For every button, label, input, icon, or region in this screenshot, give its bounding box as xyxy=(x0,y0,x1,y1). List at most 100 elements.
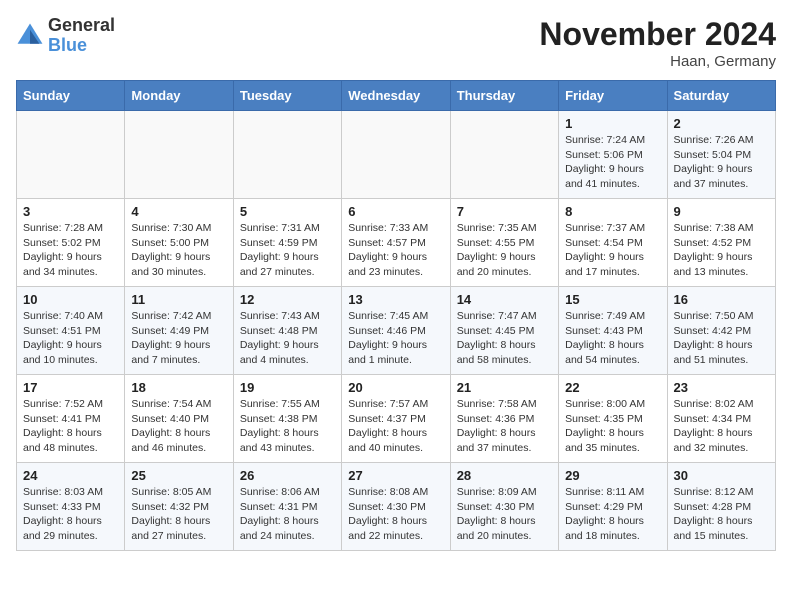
day-info: Sunrise: 7:24 AMSunset: 5:06 PMDaylight:… xyxy=(565,133,660,192)
header-day-monday: Monday xyxy=(125,81,233,111)
header-day-saturday: Saturday xyxy=(667,81,775,111)
day-info: Sunrise: 8:09 AMSunset: 4:30 PMDaylight:… xyxy=(457,485,552,544)
day-number: 23 xyxy=(674,380,769,395)
logo-icon xyxy=(16,22,44,50)
calendar-cell: 4 Sunrise: 7:30 AMSunset: 5:00 PMDaylight… xyxy=(125,199,233,287)
calendar-cell: 25 Sunrise: 8:05 AMSunset: 4:32 PMDayligh… xyxy=(125,463,233,551)
week-row-5: 24 Sunrise: 8:03 AMSunset: 4:33 PMDayligh… xyxy=(17,463,776,551)
day-info: Sunrise: 7:57 AMSunset: 4:37 PMDaylight:… xyxy=(348,397,443,456)
day-number: 30 xyxy=(674,468,769,483)
day-number: 27 xyxy=(348,468,443,483)
day-number: 16 xyxy=(674,292,769,307)
calendar-cell: 22 Sunrise: 8:00 AMSunset: 4:35 PMDayligh… xyxy=(559,375,667,463)
calendar-cell xyxy=(342,111,450,199)
day-number: 10 xyxy=(23,292,118,307)
calendar-cell: 18 Sunrise: 7:54 AMSunset: 4:40 PMDayligh… xyxy=(125,375,233,463)
day-info: Sunrise: 8:00 AMSunset: 4:35 PMDaylight:… xyxy=(565,397,660,456)
title-area: November 2024 Haan, Germany xyxy=(539,16,776,70)
day-number: 7 xyxy=(457,204,552,219)
day-number: 14 xyxy=(457,292,552,307)
day-number: 25 xyxy=(131,468,226,483)
day-info: Sunrise: 7:50 AMSunset: 4:42 PMDaylight:… xyxy=(674,309,769,368)
header-day-sunday: Sunday xyxy=(17,81,125,111)
day-number: 20 xyxy=(348,380,443,395)
calendar-body: 1 Sunrise: 7:24 AMSunset: 5:06 PMDaylight… xyxy=(17,111,776,551)
day-info: Sunrise: 7:35 AMSunset: 4:55 PMDaylight:… xyxy=(457,221,552,280)
calendar-cell: 17 Sunrise: 7:52 AMSunset: 4:41 PMDayligh… xyxy=(17,375,125,463)
day-number: 5 xyxy=(240,204,335,219)
day-info: Sunrise: 7:26 AMSunset: 5:04 PMDaylight:… xyxy=(674,133,769,192)
header-day-wednesday: Wednesday xyxy=(342,81,450,111)
day-info: Sunrise: 8:05 AMSunset: 4:32 PMDaylight:… xyxy=(131,485,226,544)
month-title: November 2024 xyxy=(539,16,776,53)
location: Haan, Germany xyxy=(539,53,776,70)
day-number: 17 xyxy=(23,380,118,395)
day-info: Sunrise: 7:52 AMSunset: 4:41 PMDaylight:… xyxy=(23,397,118,456)
day-number: 18 xyxy=(131,380,226,395)
day-number: 3 xyxy=(23,204,118,219)
day-number: 2 xyxy=(674,116,769,131)
day-number: 12 xyxy=(240,292,335,307)
week-row-4: 17 Sunrise: 7:52 AMSunset: 4:41 PMDayligh… xyxy=(17,375,776,463)
logo-text: General Blue xyxy=(48,16,115,56)
day-info: Sunrise: 7:30 AMSunset: 5:00 PMDaylight:… xyxy=(131,221,226,280)
calendar-cell xyxy=(17,111,125,199)
calendar-cell: 11 Sunrise: 7:42 AMSunset: 4:49 PMDayligh… xyxy=(125,287,233,375)
calendar-cell: 12Sunrise: 7:43 AMSunset: 4:48 PMDayligh… xyxy=(233,287,341,375)
calendar-cell: 13 Sunrise: 7:45 AMSunset: 4:46 PMDayligh… xyxy=(342,287,450,375)
day-info: Sunrise: 7:54 AMSunset: 4:40 PMDaylight:… xyxy=(131,397,226,456)
day-info: Sunrise: 7:55 AMSunset: 4:38 PMDaylight:… xyxy=(240,397,335,456)
day-number: 9 xyxy=(674,204,769,219)
calendar-header: SundayMondayTuesdayWednesdayThursdayFrid… xyxy=(17,81,776,111)
calendar-cell: 2 Sunrise: 7:26 AMSunset: 5:04 PMDaylight… xyxy=(667,111,775,199)
day-number: 22 xyxy=(565,380,660,395)
calendar-cell: 20 Sunrise: 7:57 AMSunset: 4:37 PMDayligh… xyxy=(342,375,450,463)
calendar-cell: 14 Sunrise: 7:47 AMSunset: 4:45 PMDayligh… xyxy=(450,287,558,375)
day-info: Sunrise: 8:08 AMSunset: 4:30 PMDaylight:… xyxy=(348,485,443,544)
day-info: Sunrise: 7:31 AMSunset: 4:59 PMDaylight:… xyxy=(240,221,335,280)
week-row-3: 10 Sunrise: 7:40 AMSunset: 4:51 PMDayligh… xyxy=(17,287,776,375)
calendar-cell: 29Sunrise: 8:11 AMSunset: 4:29 PMDayligh… xyxy=(559,463,667,551)
day-number: 1 xyxy=(565,116,660,131)
day-number: 13 xyxy=(348,292,443,307)
day-info: Sunrise: 8:11 AMSunset: 4:29 PMDaylight:… xyxy=(565,485,660,544)
day-info: Sunrise: 8:02 AMSunset: 4:34 PMDaylight:… xyxy=(674,397,769,456)
day-number: 24 xyxy=(23,468,118,483)
calendar-cell: 5 Sunrise: 7:31 AMSunset: 4:59 PMDaylight… xyxy=(233,199,341,287)
day-number: 8 xyxy=(565,204,660,219)
calendar-cell xyxy=(450,111,558,199)
calendar-cell: 24 Sunrise: 8:03 AMSunset: 4:33 PMDayligh… xyxy=(17,463,125,551)
day-info: Sunrise: 8:06 AMSunset: 4:31 PMDaylight:… xyxy=(240,485,335,544)
week-row-2: 3Sunrise: 7:28 AMSunset: 5:02 PMDaylight… xyxy=(17,199,776,287)
calendar-cell: 8Sunrise: 7:37 AMSunset: 4:54 PMDaylight… xyxy=(559,199,667,287)
header-row: SundayMondayTuesdayWednesdayThursdayFrid… xyxy=(17,81,776,111)
day-number: 15 xyxy=(565,292,660,307)
header-day-tuesday: Tuesday xyxy=(233,81,341,111)
header-day-thursday: Thursday xyxy=(450,81,558,111)
calendar-cell: 28Sunrise: 8:09 AMSunset: 4:30 PMDayligh… xyxy=(450,463,558,551)
day-info: Sunrise: 7:47 AMSunset: 4:45 PMDaylight:… xyxy=(457,309,552,368)
logo: General Blue xyxy=(16,16,115,56)
calendar-cell: 10 Sunrise: 7:40 AMSunset: 4:51 PMDayligh… xyxy=(17,287,125,375)
calendar-cell: 26Sunrise: 8:06 AMSunset: 4:31 PMDayligh… xyxy=(233,463,341,551)
day-info: Sunrise: 7:49 AMSunset: 4:43 PMDaylight:… xyxy=(565,309,660,368)
day-number: 6 xyxy=(348,204,443,219)
calendar-cell: 21Sunrise: 7:58 AMSunset: 4:36 PMDayligh… xyxy=(450,375,558,463)
calendar-cell: 19 Sunrise: 7:55 AMSunset: 4:38 PMDayligh… xyxy=(233,375,341,463)
calendar-cell: 9Sunrise: 7:38 AMSunset: 4:52 PMDaylight… xyxy=(667,199,775,287)
calendar-cell: 27 Sunrise: 8:08 AMSunset: 4:30 PMDayligh… xyxy=(342,463,450,551)
day-number: 11 xyxy=(131,292,226,307)
week-row-1: 1 Sunrise: 7:24 AMSunset: 5:06 PMDaylight… xyxy=(17,111,776,199)
day-info: Sunrise: 7:40 AMSunset: 4:51 PMDaylight:… xyxy=(23,309,118,368)
day-info: Sunrise: 7:45 AMSunset: 4:46 PMDaylight:… xyxy=(348,309,443,368)
calendar-cell: 16 Sunrise: 7:50 AMSunset: 4:42 PMDayligh… xyxy=(667,287,775,375)
day-info: Sunrise: 8:03 AMSunset: 4:33 PMDaylight:… xyxy=(23,485,118,544)
header: General Blue November 2024 Haan, Germany xyxy=(16,16,776,70)
day-info: Sunrise: 8:12 AMSunset: 4:28 PMDaylight:… xyxy=(674,485,769,544)
calendar-cell xyxy=(125,111,233,199)
day-info: Sunrise: 7:42 AMSunset: 4:49 PMDaylight:… xyxy=(131,309,226,368)
header-day-friday: Friday xyxy=(559,81,667,111)
day-number: 4 xyxy=(131,204,226,219)
day-number: 19 xyxy=(240,380,335,395)
calendar-cell: 1 Sunrise: 7:24 AMSunset: 5:06 PMDaylight… xyxy=(559,111,667,199)
